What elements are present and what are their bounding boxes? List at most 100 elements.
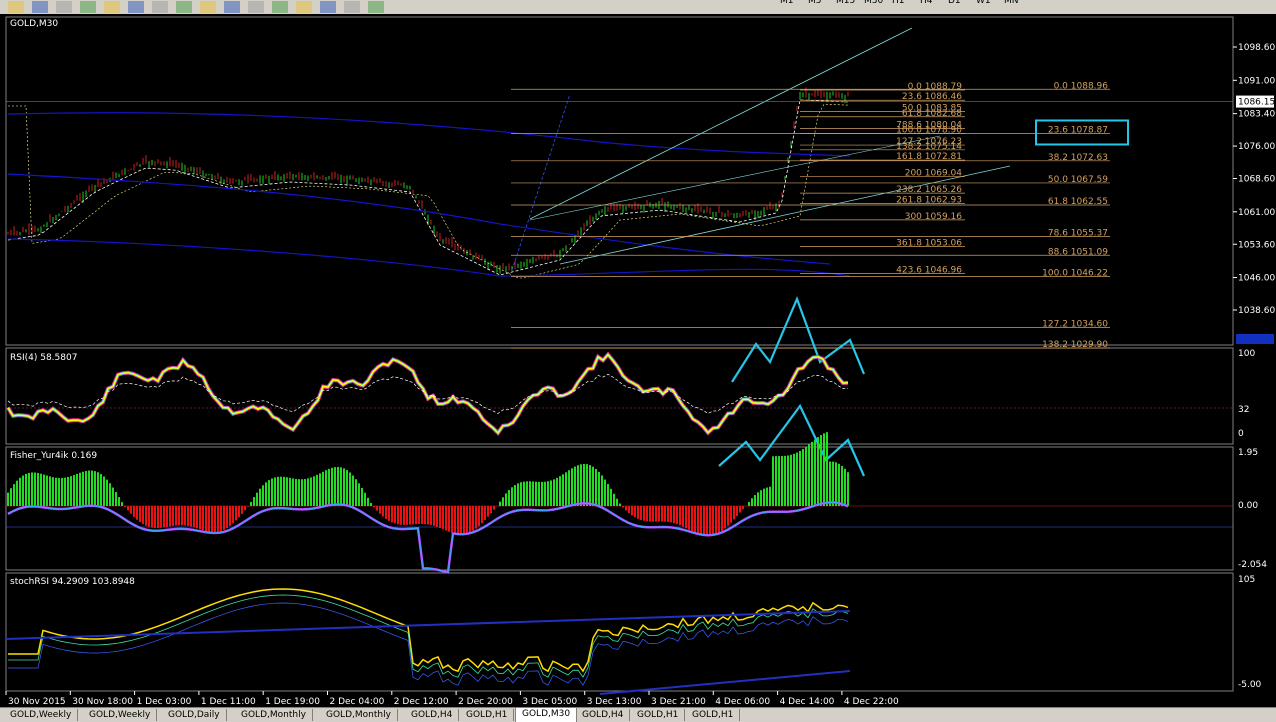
chart-tab[interactable]: GOLD,Monthly [235,709,313,721]
chart-tab[interactable]: GOLD,Weekly [4,709,79,721]
channel-icon[interactable] [296,1,312,13]
print-icon[interactable] [56,1,72,13]
arrows-icon[interactable] [368,1,384,13]
chart-window[interactable]: 0.0 1088.79 23.6 1086.46 50.0 1083.85 61.8 … [0,14,1276,707]
stoch-tick-label: -5.00 [1238,680,1262,690]
line-icon[interactable] [248,1,264,13]
fib-left-label: 138.2 1075.14 [896,142,962,152]
fib-right-label: 78.6 1055.37 [1048,228,1108,238]
templates-icon[interactable] [200,1,216,13]
timeframe-h1[interactable]: H1 [892,0,905,6]
time-tick-label: 3 Dec 21:00 [651,697,706,707]
bottom-price-marker [1236,334,1274,344]
fisher-tick-label: 1.95 [1238,448,1258,458]
chart-tab[interactable]: GOLD,H4 [576,709,631,721]
fib-right-label: 138.2 1029.90 [1042,340,1108,350]
chart-tab[interactable]: GOLD,Monthly [320,709,398,721]
price-tick-label: 1038.60 [1238,306,1275,316]
time-tick-label: 2 Dec 20:00 [458,697,513,707]
chart-tabs: GOLD,Weekly GOLD,Weekly GOLD,Daily GOLD,Mon… [0,707,1276,722]
fisher-tick-label: -2.054 [1238,560,1267,570]
time-tick-label: 2 Dec 12:00 [394,697,449,707]
current-price-label: 1086.15 [1238,98,1275,108]
chart-tab[interactable]: GOLD,H1 [686,709,741,721]
chart-tab[interactable]: GOLD,Weekly [83,709,158,721]
fib-left-label: 61.8 1082.68 [902,109,962,119]
fib-right-label: 100.0 1046.22 [1042,269,1108,279]
chart-tab[interactable]: GOLD,H4 [405,709,460,721]
fib-left-label: 361.8 1053.06 [896,239,962,249]
timeframe-mn[interactable]: MN [1004,0,1019,6]
cursor-icon[interactable] [224,1,240,13]
fib-right-label: 50.0 1067.59 [1048,175,1108,185]
price-tick-label: 1061.00 [1238,208,1275,218]
timeframe-m15[interactable]: M15 [836,0,855,6]
symbol-title: GOLD,M30 [10,19,58,29]
price-tick-label: 1053.60 [1238,240,1275,250]
rsi-pane-frame [5,347,1234,445]
timeframe-m1[interactable]: M1 [780,0,794,6]
save-icon[interactable] [32,1,48,13]
chart-tab[interactable]: GOLD,M30 [515,707,578,722]
add-indicator-icon[interactable] [152,1,168,13]
chart-tab[interactable]: GOLD,Daily [162,709,227,721]
fib-right-label: 0.0 1088.96 [1054,81,1109,91]
timeframe-h4[interactable]: H4 [920,0,933,6]
stoch-trend-line [5,610,851,640]
toolbar: M1 M5 M15 M30 H1 H4 D1 W1 MN [0,0,1276,15]
fisher-title: Fisher_Yur4ik 0.169 [10,451,97,461]
fib-right-label: 38.2 1072.63 [1048,153,1108,163]
timeframe-d1[interactable]: D1 [948,0,961,6]
timeframe-m5[interactable]: M5 [808,0,822,6]
channel-upper-line [529,27,913,220]
time-tick-label: 1 Dec 19:00 [265,697,320,707]
rsi-tick-label: 0 [1238,429,1244,439]
price-tick-label: 1083.40 [1238,110,1275,120]
stoch-main-line [8,588,849,673]
rsi-tick-label: 100 [1238,349,1255,359]
crosshair-icon[interactable] [80,1,96,13]
time-tick-label: 4 Dec 22:00 [844,697,899,707]
chart-tab[interactable]: GOLD,H1 [631,709,686,721]
chart-canvas[interactable]: 0.0 1088.7923.6 1086.4650.0 1083.8561.8 … [0,14,1276,707]
fib-left-label: 23.6 1086.46 [902,92,962,102]
envelope-lower-line [7,238,851,277]
chart-tab[interactable]: GOLD,H1 [460,709,515,721]
time-tick-label: 4 Dec 06:00 [715,697,770,707]
time-tick-label: 1 Dec 11:00 [201,697,256,707]
fib-left-label: 261.8 1062.93 [896,195,962,205]
time-tick-label: 3 Dec 05:00 [522,697,577,707]
time-tick-label: 30 Nov 2015 [8,697,66,707]
fib-left-label: 423.6 1046.96 [896,265,962,275]
fib-left-label: 300 1059.16 [905,212,963,222]
time-tick-label: 2 Dec 04:00 [330,697,385,707]
fisher-tick-label: 0.00 [1238,501,1258,511]
rsi-tick-label: 32 [1238,405,1249,415]
zoom-out-icon[interactable] [128,1,144,13]
envelope-mid-line [7,173,831,265]
autoscroll-icon[interactable] [176,1,192,13]
new-chart-icon[interactable] [8,1,24,13]
fib-left-label: 238.2 1065.26 [896,185,962,195]
price-tick-label: 1098.60 [1238,43,1275,53]
timeframe-m30[interactable]: M30 [864,0,883,6]
fib-left-label: 200 1069.04 [905,169,963,179]
fib-left-label: 100.0 1078.90 [896,125,962,135]
time-tick-label: 30 Nov 18:00 [72,697,133,707]
price-tick-label: 1076.00 [1238,142,1275,152]
rsi-title: RSI(4) 58.5807 [10,353,77,363]
hline-icon[interactable] [272,1,288,13]
fib-right-label: 23.6 1078.87 [1048,125,1108,135]
time-tick-label: 3 Dec 13:00 [587,697,642,707]
time-tick-label: 4 Dec 14:00 [780,697,835,707]
zoom-in-icon[interactable] [104,1,120,13]
time-tick-label: 1 Dec 03:00 [137,697,192,707]
fib-right-label: 88.6 1051.09 [1048,247,1108,257]
stoch-tick-label: 105 [1238,575,1255,585]
text-icon[interactable] [344,1,360,13]
timeframe-w1[interactable]: W1 [976,0,991,6]
fibo-icon[interactable] [320,1,336,13]
stoch-signal-line [8,594,849,678]
moving-average-line [8,103,849,279]
fib-right-label: 127.2 1034.60 [1042,320,1108,330]
